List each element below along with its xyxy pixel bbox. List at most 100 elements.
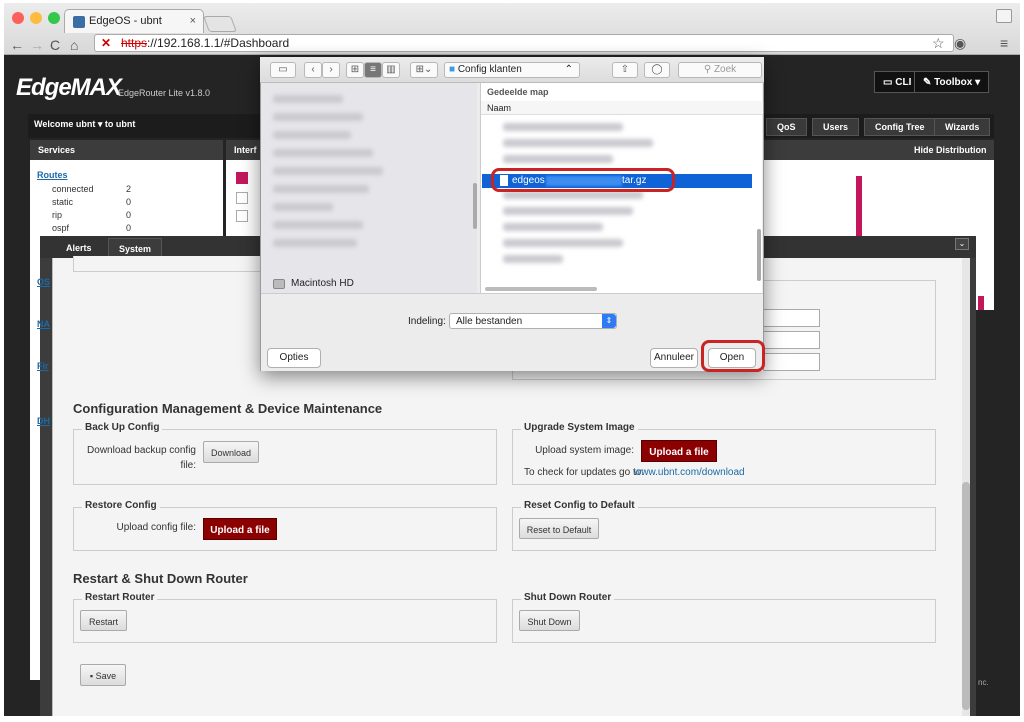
config-section-title: Configuration Management & Device Mainte…	[73, 401, 383, 416]
sidebar-toggle-icon[interactable]: ▭	[270, 62, 296, 78]
blurred-item	[273, 203, 333, 211]
tag-icon[interactable]: ◯	[644, 62, 670, 78]
blurred-item	[273, 239, 357, 247]
forward-icon[interactable]: →	[30, 37, 44, 53]
search-field[interactable]: ⚲ Zoek	[678, 62, 762, 78]
route-name: static	[52, 197, 74, 207]
blurred-item	[273, 167, 383, 175]
shared-folder-label: Gedeelde map	[487, 87, 549, 97]
updown-icon: ⌃	[564, 64, 573, 75]
minimize-window-icon[interactable]	[30, 12, 42, 24]
upload-image-button[interactable]: Upload a file	[641, 440, 717, 462]
routes-link[interactable]: Routes	[37, 170, 68, 180]
dialog-sidebar: Macintosh HD	[261, 83, 477, 293]
bookmark-star-icon[interactable]: ☆	[932, 35, 945, 52]
list-view-icon[interactable]: ≡	[364, 62, 382, 78]
location-popup[interactable]: ■ Config klanten ⌃	[444, 62, 580, 78]
list-scrollbar[interactable]	[757, 229, 761, 281]
blurred-file	[503, 139, 653, 147]
list-hscrollbar[interactable]	[485, 287, 597, 291]
forward-nav-icon[interactable]: ›	[322, 62, 340, 78]
browser-tab[interactable]: EdgeOS - ubnt ×	[64, 9, 204, 33]
tab-title: EdgeOS - ubnt	[89, 15, 162, 27]
browser-chrome: EdgeOS - ubnt × ← → C ⌂ ✕ https://192.16…	[4, 3, 1020, 55]
setting-input[interactable]	[760, 309, 820, 327]
zoom-window-icon[interactable]	[48, 12, 60, 24]
ubnt-download-link[interactable]: www.ubnt.com/download	[634, 467, 745, 478]
tab-system[interactable]: System	[108, 238, 163, 258]
new-tab-button[interactable]	[203, 16, 237, 32]
insecure-lock-icon: ✕	[101, 36, 112, 50]
blurred-item	[273, 95, 343, 103]
side-link-firewall[interactable]: Fir	[37, 361, 49, 371]
blurred-file	[503, 191, 643, 199]
back-icon[interactable]: ←	[10, 37, 24, 53]
arrange-icon[interactable]: ⊞⌄	[410, 62, 438, 78]
collapse-icon[interactable]: ⌄	[955, 238, 969, 250]
interface-checkbox[interactable]	[236, 210, 248, 222]
side-link-ospf[interactable]: OS	[37, 277, 50, 287]
select-arrow-icon: ⇕	[602, 314, 616, 328]
tab-qos[interactable]: QoS	[766, 118, 807, 136]
interface-checkbox[interactable]	[236, 172, 248, 184]
share-icon[interactable]: ⇧	[612, 62, 638, 78]
route-name: ospf	[52, 223, 70, 233]
options-button[interactable]: Opties	[267, 348, 321, 368]
side-link-dhcp[interactable]: DH	[37, 416, 50, 426]
footer-fragment: nc.	[978, 678, 989, 687]
tab-config-tree[interactable]: Config Tree	[864, 118, 936, 136]
download-button[interactable]: Download	[203, 441, 259, 463]
url-scheme: https	[121, 36, 148, 50]
column-view-icon[interactable]: ▥	[382, 62, 400, 78]
tab-users[interactable]: Users	[812, 118, 860, 136]
tab-close-icon[interactable]: ×	[190, 15, 196, 27]
extension-icon[interactable]: ◉	[954, 35, 966, 52]
save-button[interactable]: ▪ Save	[80, 664, 126, 686]
tab-wizards[interactable]: Wizards	[934, 118, 991, 136]
reset-default-button[interactable]: Reset to Default	[519, 518, 599, 539]
reload-icon[interactable]: C	[50, 37, 60, 53]
blurred-item	[273, 113, 363, 121]
hide-distribution-link[interactable]: Hide Distribution	[914, 145, 987, 155]
setting-input[interactable]	[760, 353, 820, 371]
interface-checkbox[interactable]	[236, 192, 248, 204]
tab-alerts[interactable]: Alerts	[56, 238, 102, 258]
blurred-file	[503, 223, 603, 231]
side-link-nat[interactable]: NA	[37, 319, 50, 329]
reset-legend: Reset Config to Default	[521, 500, 638, 511]
product-version: EdgeRouter Lite v1.8.0	[118, 88, 211, 98]
setting-input[interactable]	[760, 331, 820, 349]
upload-config-button[interactable]: Upload a file	[203, 518, 277, 540]
home-icon[interactable]: ⌂	[70, 37, 78, 53]
sidebar-scrollbar[interactable]	[473, 183, 477, 229]
blurred-file	[503, 255, 563, 263]
welcome-user[interactable]: Welcome ubnt ▾ to ubnt	[34, 119, 135, 130]
shutdown-button[interactable]: Shut Down	[519, 610, 580, 631]
route-count: 0	[126, 210, 132, 220]
back-nav-icon[interactable]: ‹	[304, 62, 322, 78]
restart-button[interactable]: Restart	[80, 610, 127, 631]
blurred-file	[503, 155, 613, 163]
profile-icon[interactable]	[996, 9, 1012, 23]
search-icon: ⚲	[703, 64, 712, 75]
macintosh-hd-item[interactable]: Macintosh HD	[291, 278, 354, 289]
format-select[interactable]: Alle bestanden ⇕	[449, 313, 617, 329]
system-scrollbar-thumb[interactable]	[962, 482, 970, 710]
blurred-item	[273, 149, 373, 157]
file-highlight-ring	[491, 168, 675, 192]
name-column-header[interactable]: Naam	[481, 101, 763, 115]
restart-legend: Restart Router	[82, 592, 158, 603]
favicon-icon	[73, 16, 85, 28]
services-header: Services	[30, 140, 223, 160]
close-window-icon[interactable]	[12, 12, 24, 24]
icon-view-icon[interactable]: ⊞	[346, 62, 364, 78]
blurred-item	[273, 185, 369, 193]
blurred-file	[503, 207, 633, 215]
hard-disk-icon	[273, 279, 285, 289]
address-bar[interactable]: ✕ https://192.168.1.1/#Dashboard	[94, 34, 954, 52]
blurred-item	[273, 221, 363, 229]
menu-icon[interactable]: ≡	[1000, 35, 1008, 51]
cancel-button[interactable]: Annuleer	[650, 348, 698, 368]
toolbox-button[interactable]: ✎ Toolbox ▾	[914, 71, 990, 93]
format-label: Indeling:	[408, 316, 446, 327]
